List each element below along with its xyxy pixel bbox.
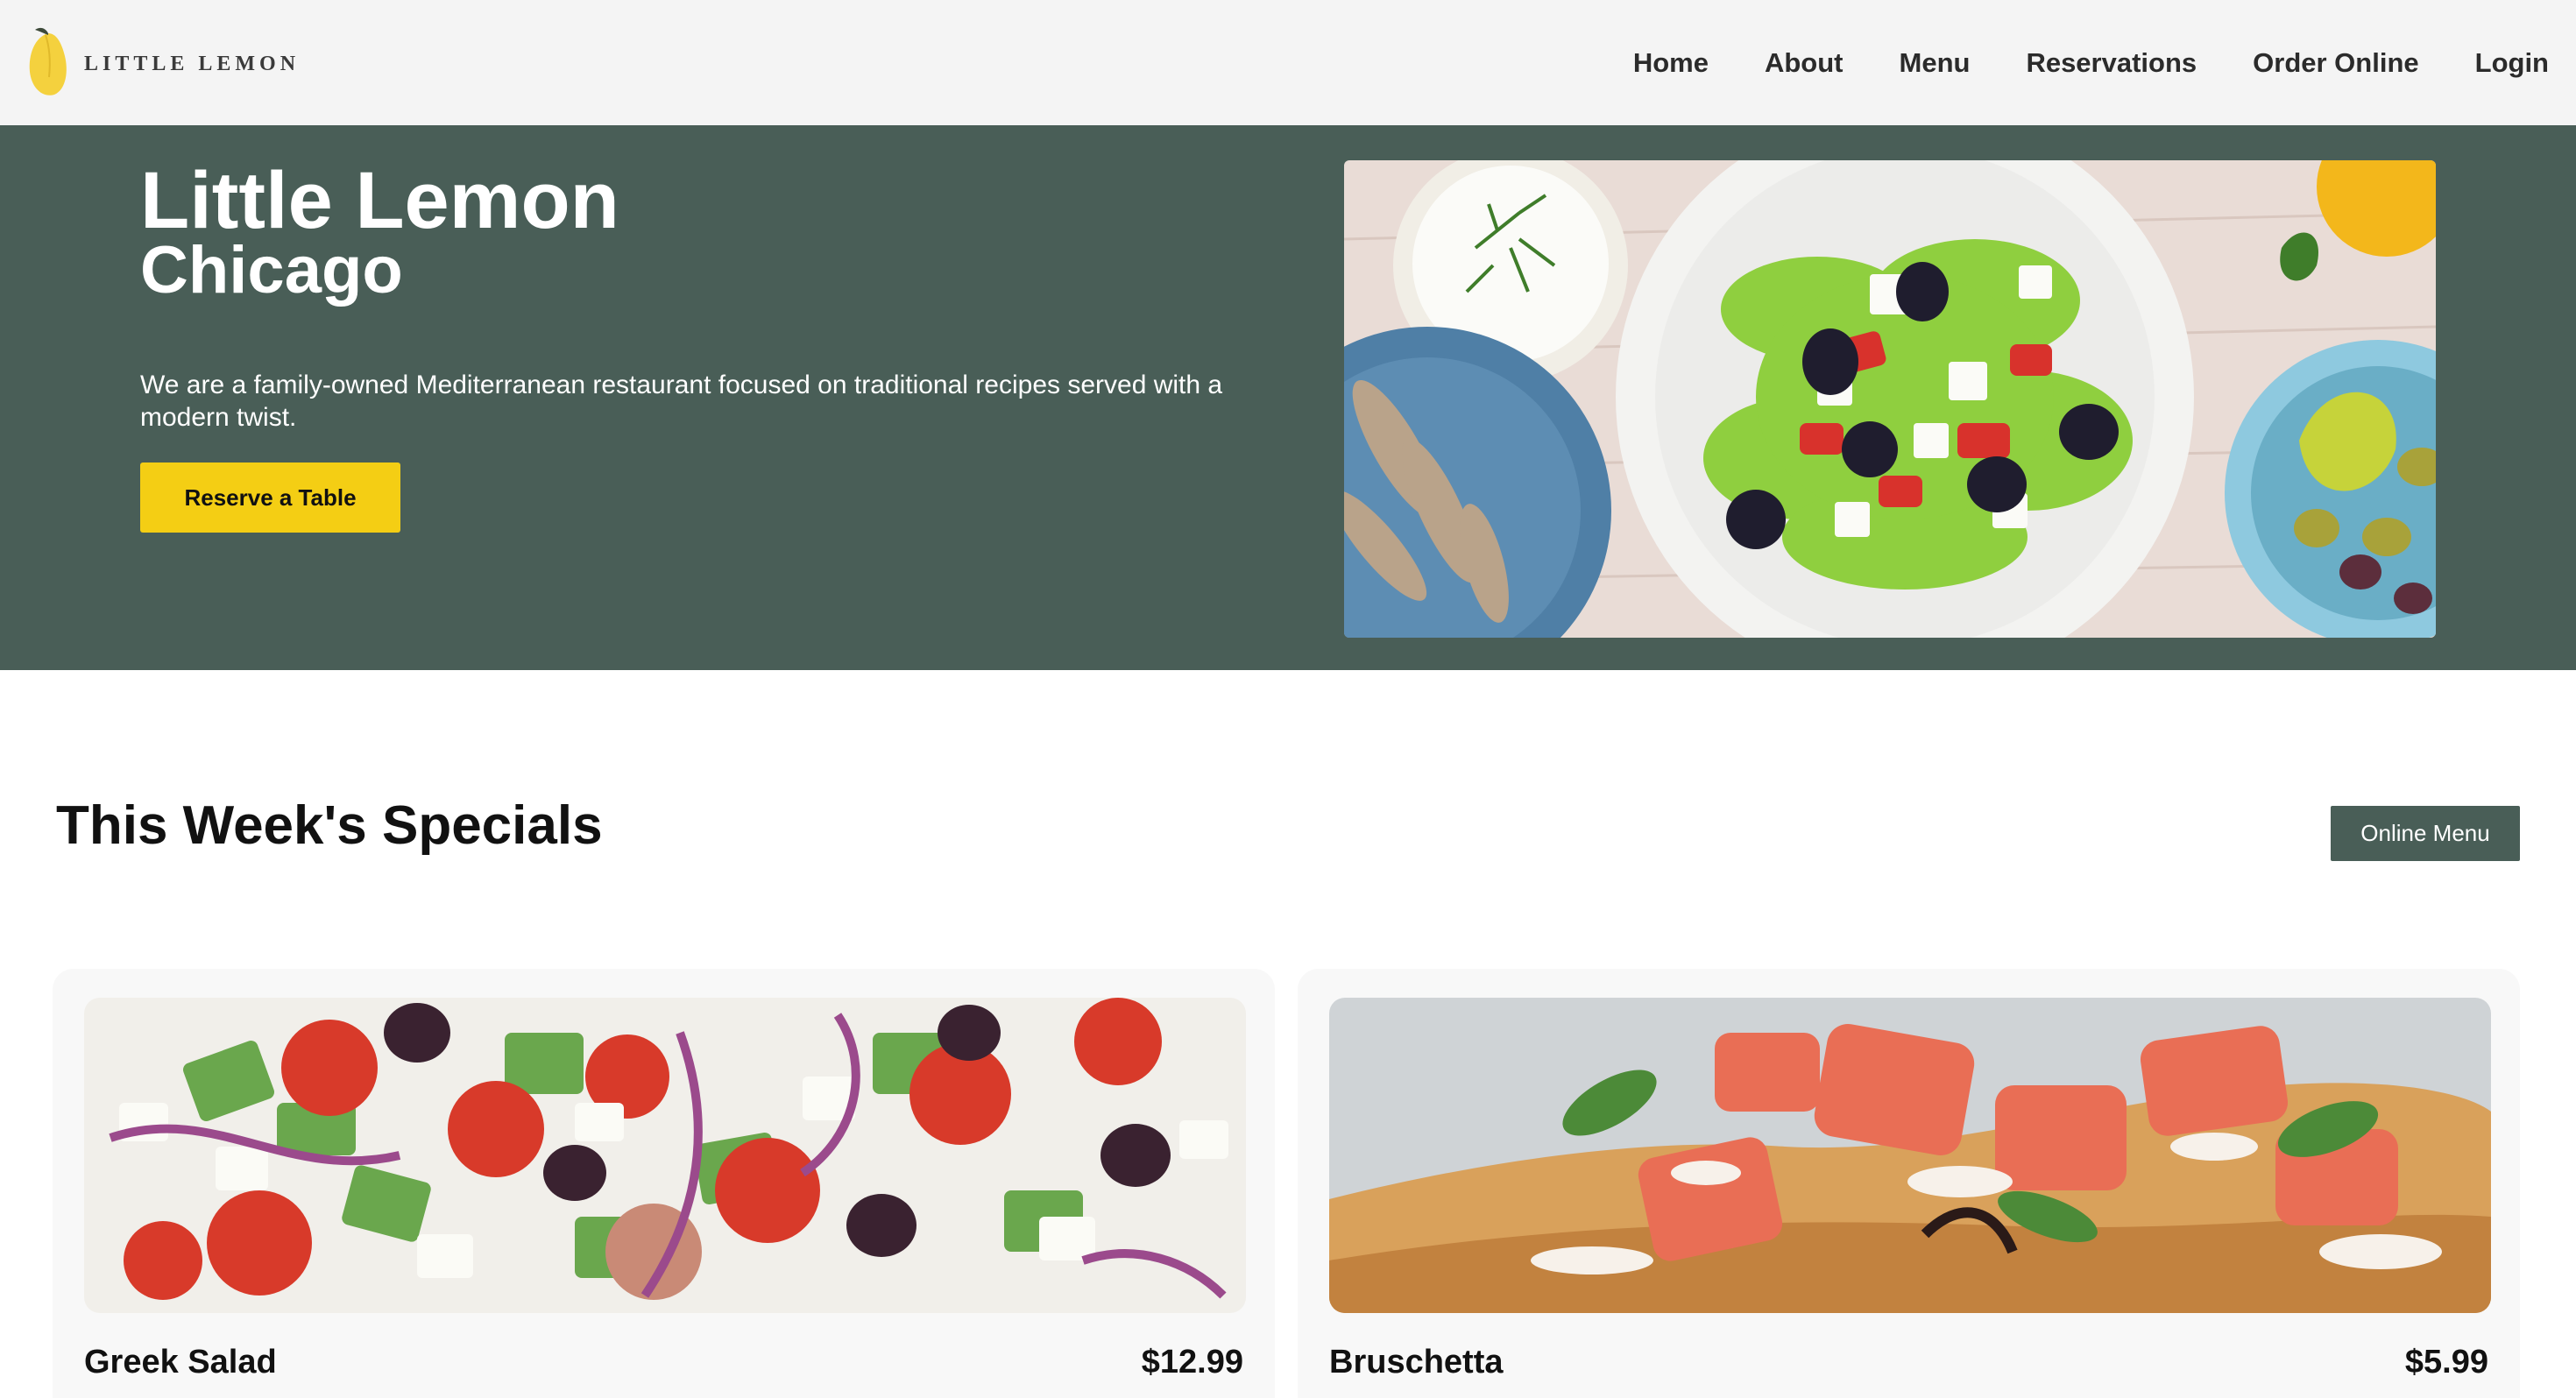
logo[interactable]: LITTLE LEMON — [25, 25, 300, 100]
reserve-table-button[interactable]: Reserve a Table — [140, 462, 400, 533]
nav-about[interactable]: About — [1765, 47, 1844, 79]
special-name: Greek Salad — [84, 1344, 277, 1380]
greek-salad-image — [84, 998, 1246, 1313]
hero-subtitle: Chicago — [140, 233, 403, 307]
bruschetta-image — [1329, 998, 2491, 1313]
nav-reservations[interactable]: Reservations — [2026, 47, 2197, 79]
nav-menu[interactable]: Menu — [1900, 47, 1971, 79]
lemon-icon — [29, 27, 67, 95]
hero-image — [1344, 160, 2436, 638]
special-price: $12.99 — [1141, 1344, 1243, 1380]
special-price: $5.99 — [2404, 1344, 2488, 1380]
hero-section: Little Lemon Chicago We are a family-own… — [0, 125, 2576, 670]
hero-description: We are a family-owned Mediterranean rest… — [140, 371, 1223, 433]
special-card[interactable]: Bruschetta $5.99 — [1298, 969, 2520, 1398]
nav-home[interactable]: Home — [1633, 47, 1709, 79]
main-nav: Home About Menu Reservations Order Onlin… — [1633, 39, 2549, 88]
site-header: LITTLE LEMON Home About Menu Reservation… — [0, 0, 2576, 125]
logo-text: LITTLE LEMON — [84, 52, 301, 75]
hero-title: Little Lemon — [140, 156, 619, 245]
nav-order-online[interactable]: Order Online — [2253, 47, 2418, 79]
nav-login[interactable]: Login — [2475, 47, 2549, 79]
special-name: Bruschetta — [1329, 1344, 1504, 1380]
specials-title: This Week's Specials — [56, 795, 603, 856]
online-menu-button[interactable]: Online Menu — [2331, 806, 2520, 861]
special-card[interactable]: Greek Salad $12.99 — [53, 969, 1275, 1398]
